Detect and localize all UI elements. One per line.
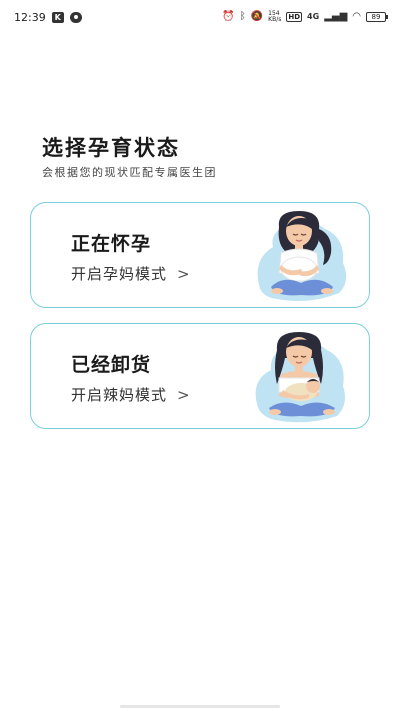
option-title: 正在怀孕 [71,233,152,255]
option-action-label: 开启孕妈模式 [71,265,168,283]
pregnant-woman-illustration [257,211,347,301]
wifi-icon: ◠ [352,11,361,22]
bluetooth-icon: ᛒ [239,11,246,22]
hd-icon: HD [286,12,303,22]
battery-icon: 89 [366,12,388,22]
option-action[interactable]: 开启孕妈模式 > [71,263,191,284]
nursing-mother-illustration [255,332,345,423]
mute-icon: 🔕 [250,11,264,22]
status-bar: 12:39 K ⏰ ᛒ 🔕 154 KB/s HD 4G ▂▄▆ ◠ 89 [0,0,400,34]
option-title: 已经卸货 [71,354,152,376]
network-speed: 154 KB/s [268,11,281,23]
eye-icon [69,11,82,23]
postpartum-option-card[interactable]: 已经卸货 开启辣妈模式 > [30,323,370,429]
option-action-label: 开启辣妈模式 [71,386,168,404]
home-indicator[interactable] [120,705,280,708]
network-speed-unit: KB/s [268,16,282,23]
network-type: 4G [307,12,320,21]
status-time: 12:39 [14,10,46,24]
status-left: 12:39 K [14,11,82,24]
signal-icon: ▂▄▆ [324,11,348,22]
alarm-icon: ⏰ [222,11,235,22]
app-k-icon: K [51,11,64,23]
page-subtitle: 会根据您的现状匹配专属医生团 [42,166,217,179]
page-title: 选择孕育状态 [42,136,180,160]
chevron-right-icon: > [177,385,191,404]
option-action[interactable]: 开启辣妈模式 > [71,384,191,405]
pregnant-option-card[interactable]: 正在怀孕 开启孕妈模式 > [30,202,370,308]
status-right: ⏰ ᛒ 🔕 154 KB/s HD 4G ▂▄▆ ◠ 89 [222,11,388,23]
chevron-right-icon: > [177,264,191,283]
